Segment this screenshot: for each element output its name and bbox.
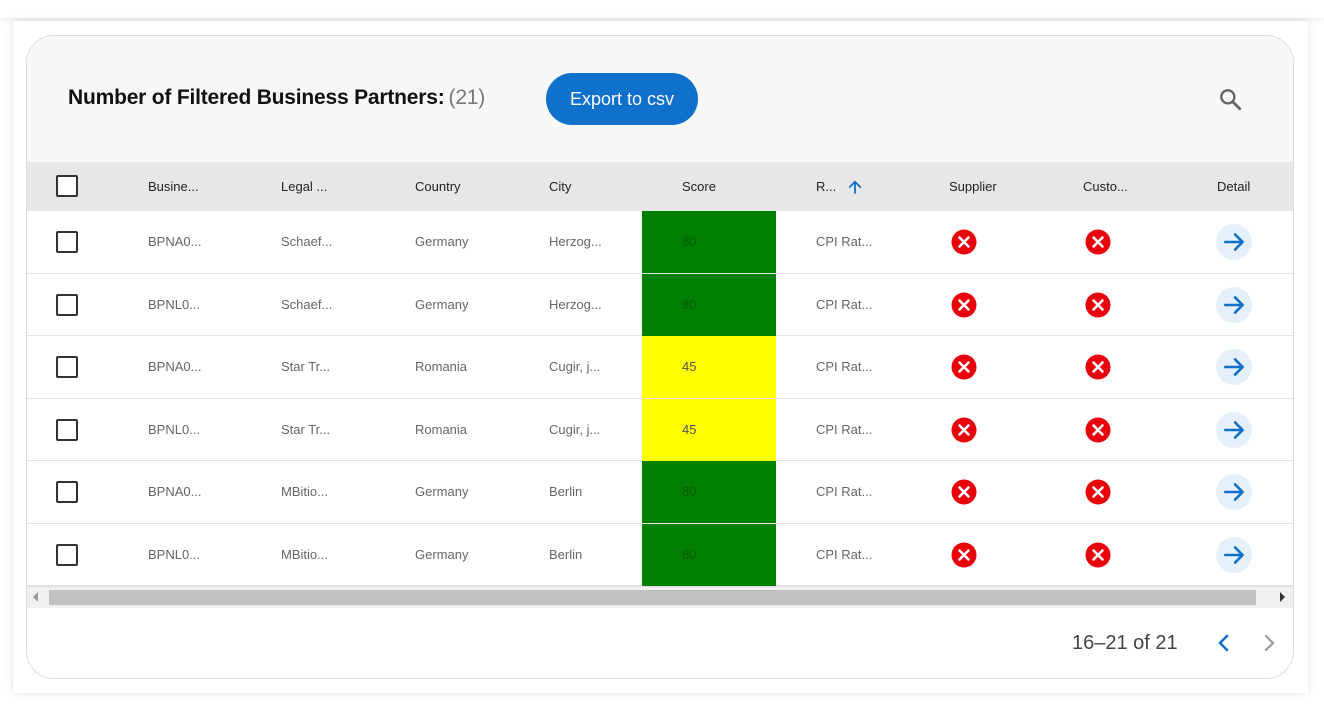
- detail-arrow-icon[interactable]: [1216, 474, 1252, 510]
- detail-arrow-icon[interactable]: [1216, 349, 1252, 385]
- cell-city: Cugir, j...: [549, 359, 601, 374]
- cell-rating: CPI Rat...: [816, 359, 873, 374]
- cell-rating: CPI Rat...: [816, 421, 873, 437]
- detail-arrow-icon[interactable]: [1216, 536, 1252, 573]
- title-text: Number of Filtered Business Partners:: [68, 86, 445, 109]
- cell-bpn: BPNL0...: [148, 296, 201, 312]
- search-icon[interactable]: [1217, 86, 1243, 112]
- partner-count: (21): [448, 86, 486, 109]
- card-header: Number of Filtered Business Partners: (21…: [27, 36, 1293, 162]
- row-checkbox[interactable]: [56, 481, 78, 503]
- cell-legal-name: MBitio...: [281, 546, 328, 562]
- table-row[interactable]: BPNA0... Schaef... Germany Herzog... 80 CPI R…: [27, 211, 1293, 274]
- customer-false-icon: [1085, 354, 1111, 380]
- detail-arrow-icon[interactable]: [1216, 286, 1252, 323]
- supplier-false-icon: [951, 354, 977, 380]
- cell-rating: CPI Rat...: [816, 484, 873, 499]
- column-header-detail: Detail: [1217, 179, 1251, 194]
- table-row[interactable]: BPNA0... Star Tr... Romania Cugir, j... 45 CP…: [27, 336, 1293, 399]
- row-checkbox[interactable]: [56, 231, 78, 253]
- customer-false-icon: [1085, 542, 1111, 568]
- cell-score: 80: [642, 461, 776, 523]
- customer-false-icon: [1085, 479, 1111, 505]
- export-csv-button[interactable]: Export to csv: [546, 73, 698, 125]
- cell-bpn: BPNA0...: [148, 359, 202, 374]
- select-all-checkbox[interactable]: [56, 175, 78, 197]
- customer-false-icon: [1085, 417, 1111, 443]
- detail-arrow-icon[interactable]: [1216, 411, 1252, 448]
- cell-legal-name: MBitio...: [281, 484, 328, 499]
- customer-false-icon: [1085, 229, 1111, 255]
- cell-score: 80: [642, 273, 776, 336]
- cell-legal-name: Star Tr...: [281, 359, 331, 374]
- cell-country: Romania: [415, 421, 468, 437]
- cell-score: 80: [642, 523, 776, 586]
- cell-city: Berlin: [549, 546, 583, 562]
- top-strip: [0, 0, 1324, 18]
- cell-rating: CPI Rat...: [816, 546, 873, 562]
- column-header-city[interactable]: City: [549, 162, 571, 211]
- cell-bpn: BPNL0...: [148, 546, 201, 562]
- cell-bpn: BPNA0...: [148, 484, 202, 499]
- arrow-up-icon[interactable]: [846, 178, 864, 196]
- column-header-legal-name[interactable]: Legal ...: [281, 162, 327, 211]
- column-header-country[interactable]: Country: [415, 162, 461, 211]
- cell-score: 45: [642, 398, 776, 461]
- cell-legal-name: Schaef...: [281, 296, 333, 312]
- scrollbar-thumb[interactable]: [49, 590, 1256, 605]
- row-checkbox[interactable]: [56, 293, 78, 316]
- supplier-false-icon: [951, 229, 977, 255]
- scroll-right-icon[interactable]: [1280, 592, 1285, 602]
- cell-country: Germany: [415, 546, 469, 562]
- customer-false-icon: [1085, 292, 1111, 318]
- cell-country: Germany: [415, 296, 469, 312]
- cell-country: Romania: [415, 359, 468, 374]
- column-header-rating[interactable]: R...: [816, 162, 836, 211]
- cell-country: Germany: [415, 234, 469, 249]
- business-partners-card: Number of Filtered Business Partners: (21…: [26, 35, 1294, 679]
- table-row[interactable]: BPNA0... MBitio... Germany Berlin 80 CPI Rat.…: [27, 461, 1293, 524]
- page-title: Number of Filtered Business Partners: (21…: [68, 86, 485, 110]
- table-row[interactable]: BPNL0... Schaef... Germany Herzog... 80 CPI R…: [27, 273, 1293, 336]
- horizontal-scrollbar[interactable]: [27, 586, 1293, 608]
- table-row[interactable]: BPNL0... Star Tr... Romania Cugir, j... 45 CP…: [27, 398, 1293, 461]
- cell-rating: CPI Rat...: [816, 296, 873, 312]
- pagination-label: 16–21 of 21: [1072, 632, 1178, 654]
- cell-city: Cugir, j...: [549, 421, 601, 437]
- column-header-supplier[interactable]: Supplier: [949, 162, 997, 211]
- cell-legal-name: Star Tr...: [281, 421, 331, 437]
- cell-rating: CPI Rat...: [816, 234, 873, 249]
- row-checkbox[interactable]: [56, 418, 78, 441]
- column-header-score[interactable]: Score: [682, 162, 716, 211]
- row-checkbox[interactable]: [56, 543, 78, 566]
- chevron-left-icon[interactable]: [1212, 631, 1236, 655]
- cell-city: Berlin: [549, 484, 583, 499]
- cell-bpn: BPNL0...: [148, 421, 201, 437]
- cell-score: 45: [642, 336, 776, 398]
- column-header-bpn[interactable]: Busine...: [148, 162, 199, 211]
- cell-city: Herzog...: [549, 296, 602, 312]
- column-header-customer[interactable]: Custo...: [1083, 162, 1128, 211]
- scroll-left-icon[interactable]: [33, 592, 38, 602]
- detail-arrow-icon[interactable]: [1216, 224, 1252, 260]
- row-checkbox[interactable]: [56, 356, 78, 378]
- cell-score: 80: [642, 211, 776, 273]
- cell-country: Germany: [415, 484, 469, 499]
- supplier-false-icon: [951, 292, 977, 318]
- supplier-false-icon: [951, 417, 977, 443]
- cell-bpn: BPNA0...: [148, 234, 202, 249]
- cell-city: Herzog...: [549, 234, 602, 249]
- table-header: Busine... Legal ... Country City Score R…: [27, 162, 1293, 211]
- supplier-false-icon: [951, 479, 977, 505]
- table-row[interactable]: BPNL0... MBitio... Germany Berlin 80 CPI Rat.…: [27, 523, 1293, 586]
- supplier-false-icon: [951, 542, 977, 568]
- chevron-right-icon[interactable]: [1257, 631, 1281, 655]
- cell-legal-name: Schaef...: [281, 234, 333, 249]
